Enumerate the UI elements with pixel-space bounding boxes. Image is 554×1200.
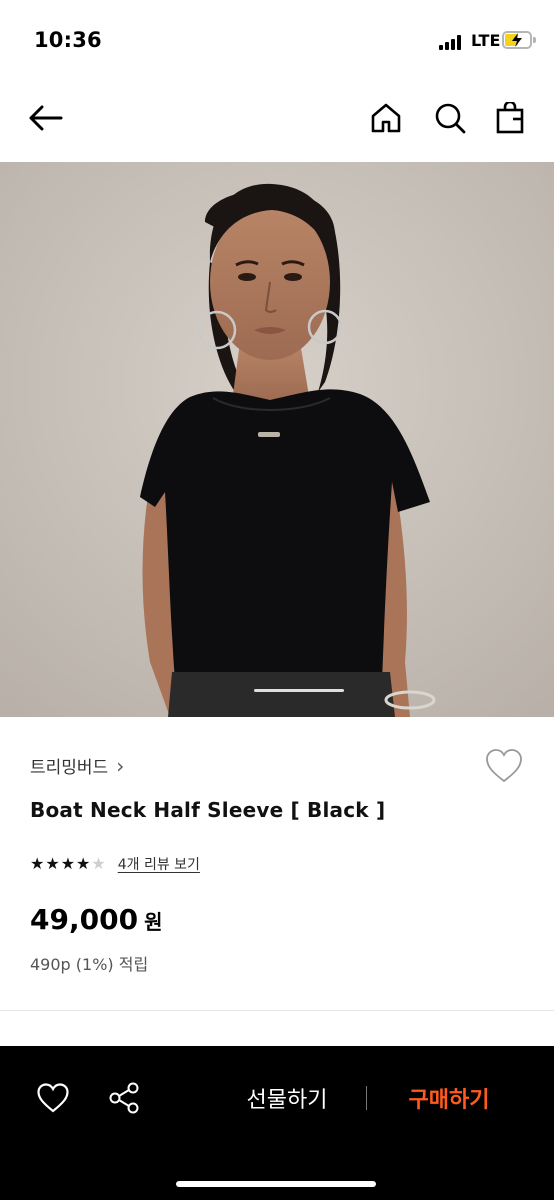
buy-button[interactable]: 구매하기 [392,1082,506,1114]
product-name: Boat Neck Half Sleeve [ Black ] [30,798,386,822]
section-divider [0,1010,554,1011]
wishlist-button[interactable] [484,747,524,787]
status-bar: 10:36 LTE [0,0,554,80]
cart-button[interactable] [488,96,532,140]
brand-name: 트리밍버드 [30,758,109,778]
price-row: 49,000 원 [30,903,162,936]
search-icon [435,103,466,134]
signal-icon [439,34,465,50]
gallery-page-indicator [254,689,344,692]
currency: 원 [144,910,163,934]
gift-button[interactable]: 선물하기 [228,1082,346,1114]
battery-cap [533,37,536,43]
search-button[interactable] [428,96,472,140]
bottom-wishlist-button[interactable] [31,1076,75,1120]
product-info-section: 트리밍버드 › Boat Neck Half Sleeve [ Black ] … [0,717,554,1011]
star-filled-icon: ★ [60,854,76,873]
share-icon [109,1082,139,1114]
product-image-gallery[interactable] [0,162,554,717]
network-type: LTE [471,31,501,50]
reward-points: 490p (1%) 적립 [30,955,149,974]
review-link[interactable]: 4개 리뷰 보기 [118,854,200,874]
home-button[interactable] [364,96,408,140]
star-empty-icon: ★ [91,854,106,873]
arrow-left-icon [29,105,63,131]
star-filled-icon: ★ [45,854,60,873]
star-rating: ★ ★ ★ ★ ★ [30,856,106,872]
chevron-right-icon: › [116,753,125,778]
top-nav-bar [0,80,554,162]
back-button[interactable] [23,96,67,140]
star-filled-icon: ★ [76,854,91,873]
heart-outline-icon [37,1083,69,1113]
home-icon [371,103,401,133]
bottom-action-bar: 선물하기 구매하기 [0,1046,554,1200]
status-time: 10:36 [34,28,102,52]
battery-icon [502,31,532,49]
star-filled-icon: ★ [30,854,45,873]
shopping-bag-icon [496,102,524,134]
rating-row: ★ ★ ★ ★ ★ 4개 리뷰 보기 [30,854,200,874]
share-button[interactable] [102,1076,146,1120]
heart-outline-icon [486,749,522,783]
price: 49,000 [30,903,139,936]
button-separator [366,1086,367,1110]
brand-link[interactable]: 트리밍버드 › [30,753,125,779]
home-indicator [176,1181,376,1187]
product-photo [0,162,554,717]
